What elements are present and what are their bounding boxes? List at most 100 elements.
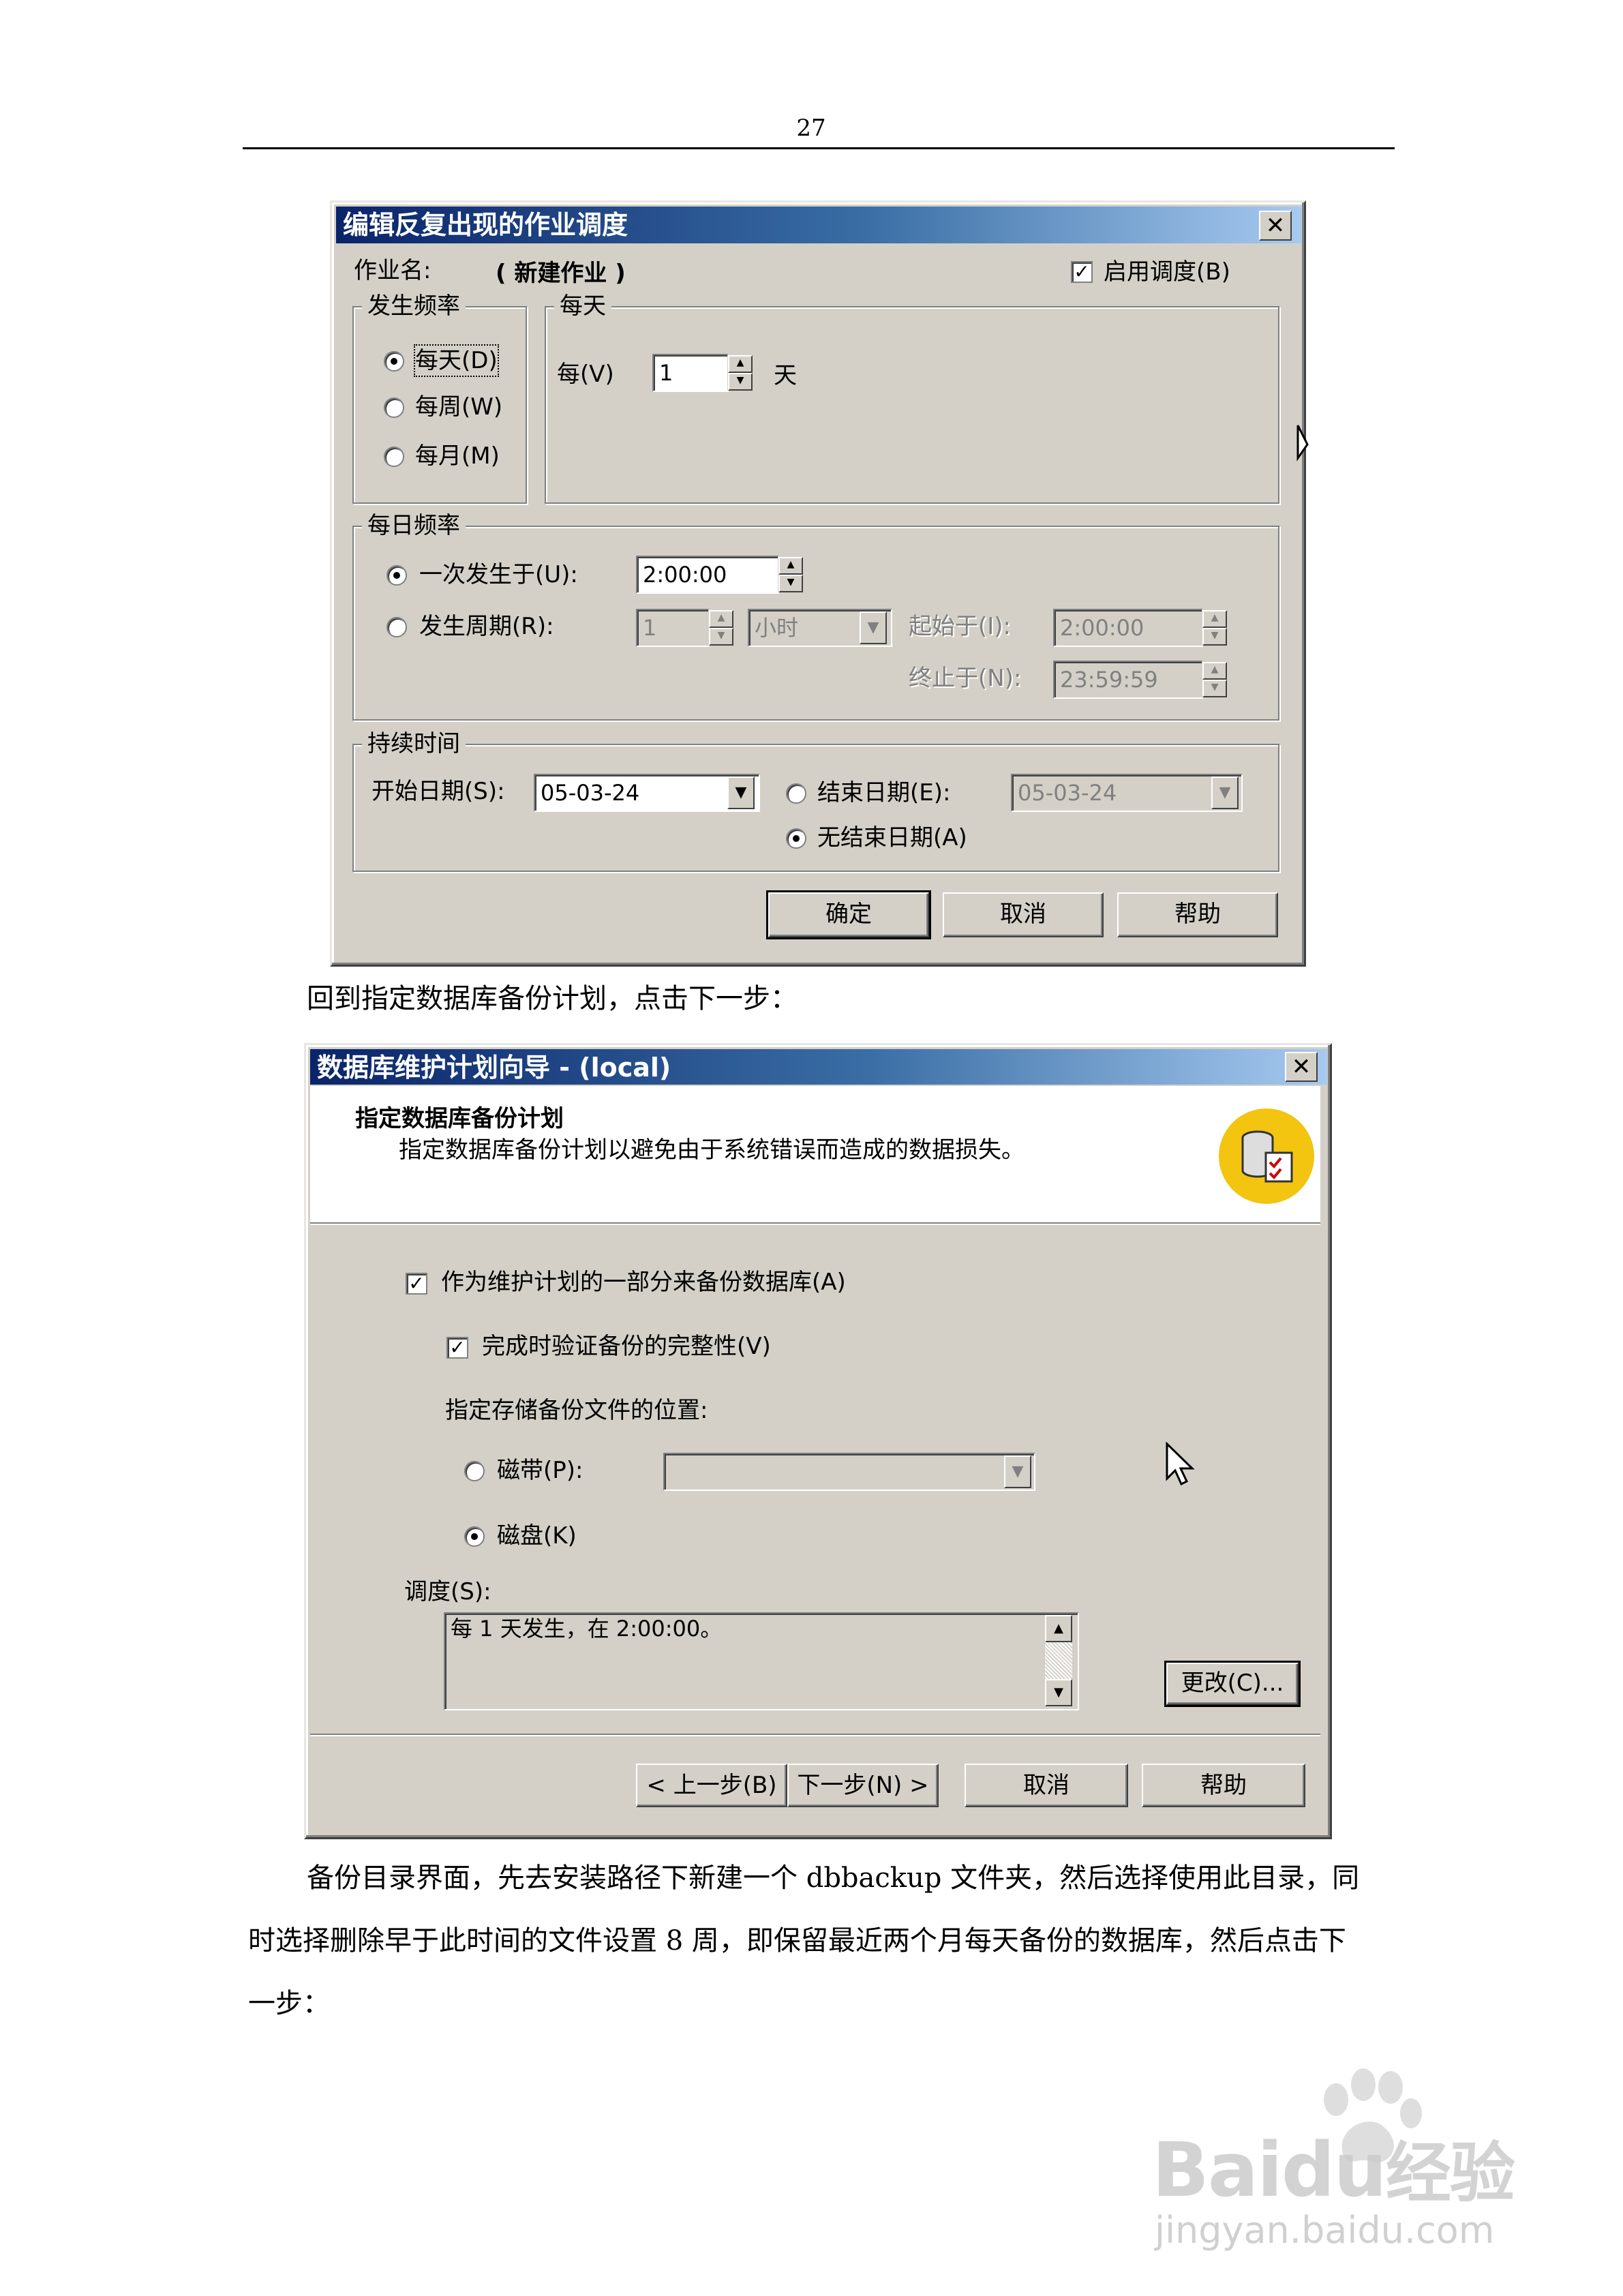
- schedule-label: 调度(S):: [404, 1578, 491, 1605]
- daily-group-title: 每天: [554, 292, 611, 320]
- change-schedule-button[interactable]: 更改(C)...: [1164, 1661, 1301, 1707]
- wizard-divider: [310, 1734, 1320, 1735]
- scroll-up-icon[interactable]: ▲: [1045, 1615, 1072, 1642]
- disk-radio[interactable]: [464, 1526, 485, 1547]
- start-date-field[interactable]: 05-03-24: [534, 774, 760, 812]
- end-at-field[interactable]: 23:59:59: [1053, 661, 1203, 699]
- help-button[interactable]: 帮助: [1142, 1764, 1305, 1807]
- dialog-title-bar: 数据库维护计划向导 - (local): [310, 1049, 1327, 1085]
- page-number: 27: [796, 115, 826, 142]
- spin-down-icon[interactable]: ▼: [778, 575, 803, 592]
- spin-up-icon[interactable]: ▲: [709, 610, 733, 628]
- job-name-label: 作业名:: [354, 257, 431, 284]
- ok-button[interactable]: 确定: [766, 890, 931, 939]
- frequency-group-title: 发生频率: [362, 292, 466, 320]
- maintenance-wizard-dialog: 数据库维护计划向导 - (local) ✕ 指定数据库备份计划 指定数据库备份计…: [304, 1043, 1332, 1839]
- tape-label: 磁带(P):: [497, 1457, 583, 1484]
- verify-backup-label: 完成时验证备份的完整性(V): [482, 1333, 771, 1360]
- start-at-label: 起始于(I):: [909, 613, 1012, 640]
- end-date-label: 结束日期(E):: [817, 779, 951, 806]
- tape-radio[interactable]: [464, 1461, 485, 1481]
- header-rule: [243, 147, 1395, 149]
- every-days-field[interactable]: 1: [652, 354, 729, 392]
- dialog-title-bar: 编辑反复出现的作业调度: [336, 207, 1301, 243]
- monthly-radio[interactable]: [384, 447, 404, 467]
- recur-value-spinner[interactable]: ▲ ▼: [708, 610, 733, 646]
- schedule-textbox[interactable]: 每 1 天发生，在 2:00:00。: [444, 1612, 1079, 1710]
- recur-value-field[interactable]: 1: [636, 609, 710, 647]
- spin-down-icon[interactable]: ▼: [1202, 628, 1227, 646]
- spin-up-icon[interactable]: ▲: [1202, 610, 1227, 628]
- job-name-value: ( 新建作业 ): [496, 260, 626, 287]
- spin-up-icon[interactable]: ▲: [778, 557, 803, 575]
- end-date-field[interactable]: 05-03-24: [1011, 774, 1243, 812]
- day-unit-label: 天: [774, 362, 797, 389]
- chevron-down-icon[interactable]: ▼: [727, 776, 755, 809]
- schedule-scrollbar[interactable]: ▲ ▼: [1045, 1615, 1072, 1706]
- recur-radio-label: 发生周期(R):: [419, 613, 554, 640]
- spin-up-icon[interactable]: ▲: [1202, 662, 1227, 680]
- backup-location-label: 指定存储备份文件的位置:: [445, 1397, 708, 1424]
- schedule-text: 每 1 天发生，在 2:00:00。: [451, 1616, 723, 1642]
- mouse-pointer-icon: [1166, 1442, 1195, 1486]
- watermark-brand: Baidu经验: [1152, 2126, 1515, 2214]
- start-date-label: 开始日期(S):: [371, 778, 505, 805]
- cancel-button[interactable]: 取消: [965, 1764, 1128, 1807]
- body-paragraph-line-1: 备份目录界面，先去安装路径下新建一个 dbbackup 文件夹，然后选择使用此目…: [307, 1862, 1360, 1894]
- once-time-spinner[interactable]: ▲ ▼: [778, 557, 803, 592]
- start-at-field[interactable]: 2:00:00: [1053, 609, 1203, 647]
- end-date-radio[interactable]: [786, 783, 806, 804]
- no-end-date-radio[interactable]: [786, 828, 806, 849]
- end-at-label: 终止于(N):: [909, 665, 1022, 692]
- daily-radio[interactable]: [384, 351, 404, 372]
- once-radio[interactable]: [386, 565, 407, 586]
- spin-down-icon[interactable]: ▼: [709, 628, 733, 646]
- body-paragraph-line-2: 时选择删除早于此时间的文件设置 8 周，即保留最近两个月每天备份的数据库，然后点…: [248, 1925, 1346, 1957]
- end-at-spinner[interactable]: ▲ ▼: [1202, 662, 1227, 697]
- every-days-spinner[interactable]: ▲ ▼: [727, 355, 753, 391]
- caption: 回到指定数据库备份计划，点击下一步：: [307, 983, 798, 1014]
- disk-label: 磁盘(K): [497, 1522, 577, 1550]
- scroll-down-icon[interactable]: ▼: [1045, 1679, 1072, 1706]
- back-button[interactable]: < 上一步(B): [636, 1764, 787, 1807]
- enable-schedule-label: 启用调度(B): [1104, 258, 1230, 286]
- tape-select[interactable]: [663, 1453, 1035, 1491]
- dialog-title: 编辑反复出现的作业调度: [343, 210, 628, 240]
- monthly-radio-label: 每月(M): [415, 442, 500, 470]
- chevron-down-icon[interactable]: ▼: [1004, 1455, 1031, 1488]
- enable-schedule-checkbox[interactable]: ✓: [1071, 261, 1093, 283]
- spin-up-icon[interactable]: ▲: [728, 355, 753, 373]
- chevron-down-icon[interactable]: ▼: [1211, 776, 1239, 809]
- backup-database-label: 作为维护计划的一部分来备份数据库(A): [441, 1269, 846, 1296]
- close-button[interactable]: ✕: [1259, 211, 1292, 241]
- next-button[interactable]: 下一步(N) >: [787, 1764, 939, 1807]
- watermark-url: jingyan.baidu.com: [1155, 2209, 1495, 2252]
- cancel-button[interactable]: 取消: [943, 892, 1104, 937]
- close-button[interactable]: ✕: [1285, 1052, 1318, 1082]
- daily-group: [545, 306, 1279, 504]
- no-end-date-label: 无结束日期(A): [817, 824, 967, 851]
- once-radio-label: 一次发生于(U):: [419, 561, 578, 588]
- baidu-watermark: Baidu经验 jingyan.baidu.com: [1152, 2066, 1575, 2270]
- spin-down-icon[interactable]: ▼: [1202, 680, 1227, 697]
- once-time-field[interactable]: 2:00:00: [636, 556, 779, 594]
- verify-backup-checkbox[interactable]: ✓: [446, 1337, 468, 1359]
- help-button[interactable]: 帮助: [1117, 892, 1278, 937]
- body-paragraph-line-3: 一步：: [248, 1988, 330, 2019]
- backup-database-checkbox[interactable]: ✓: [406, 1273, 427, 1295]
- every-label: 每(V): [557, 361, 614, 388]
- weekly-radio[interactable]: [384, 397, 404, 418]
- daily-radio-label: 每天(D): [414, 344, 499, 377]
- chevron-down-icon[interactable]: ▼: [860, 611, 887, 644]
- spin-down-icon[interactable]: ▼: [728, 373, 753, 391]
- wizard-subheading: 指定数据库备份计划以避免由于系统错误而造成的数据损失。: [399, 1136, 1025, 1164]
- schedule-dialog: 编辑反复出现的作业调度 ✕ 作业名: ( 新建作业 ) ✓ 启用调度(B) 发生…: [330, 200, 1306, 967]
- weekly-radio-label: 每周(W): [415, 393, 503, 421]
- daily-frequency-group-title: 每日频率: [362, 512, 466, 539]
- dialog-title: 数据库维护计划向导 - (local): [317, 1053, 671, 1083]
- start-at-spinner[interactable]: ▲ ▼: [1202, 610, 1227, 646]
- cursor-fragment-icon: [1296, 425, 1309, 462]
- database-backup-icon: [1219, 1108, 1314, 1204]
- duration-group-title: 持续时间: [362, 730, 466, 757]
- recur-radio[interactable]: [386, 617, 407, 637]
